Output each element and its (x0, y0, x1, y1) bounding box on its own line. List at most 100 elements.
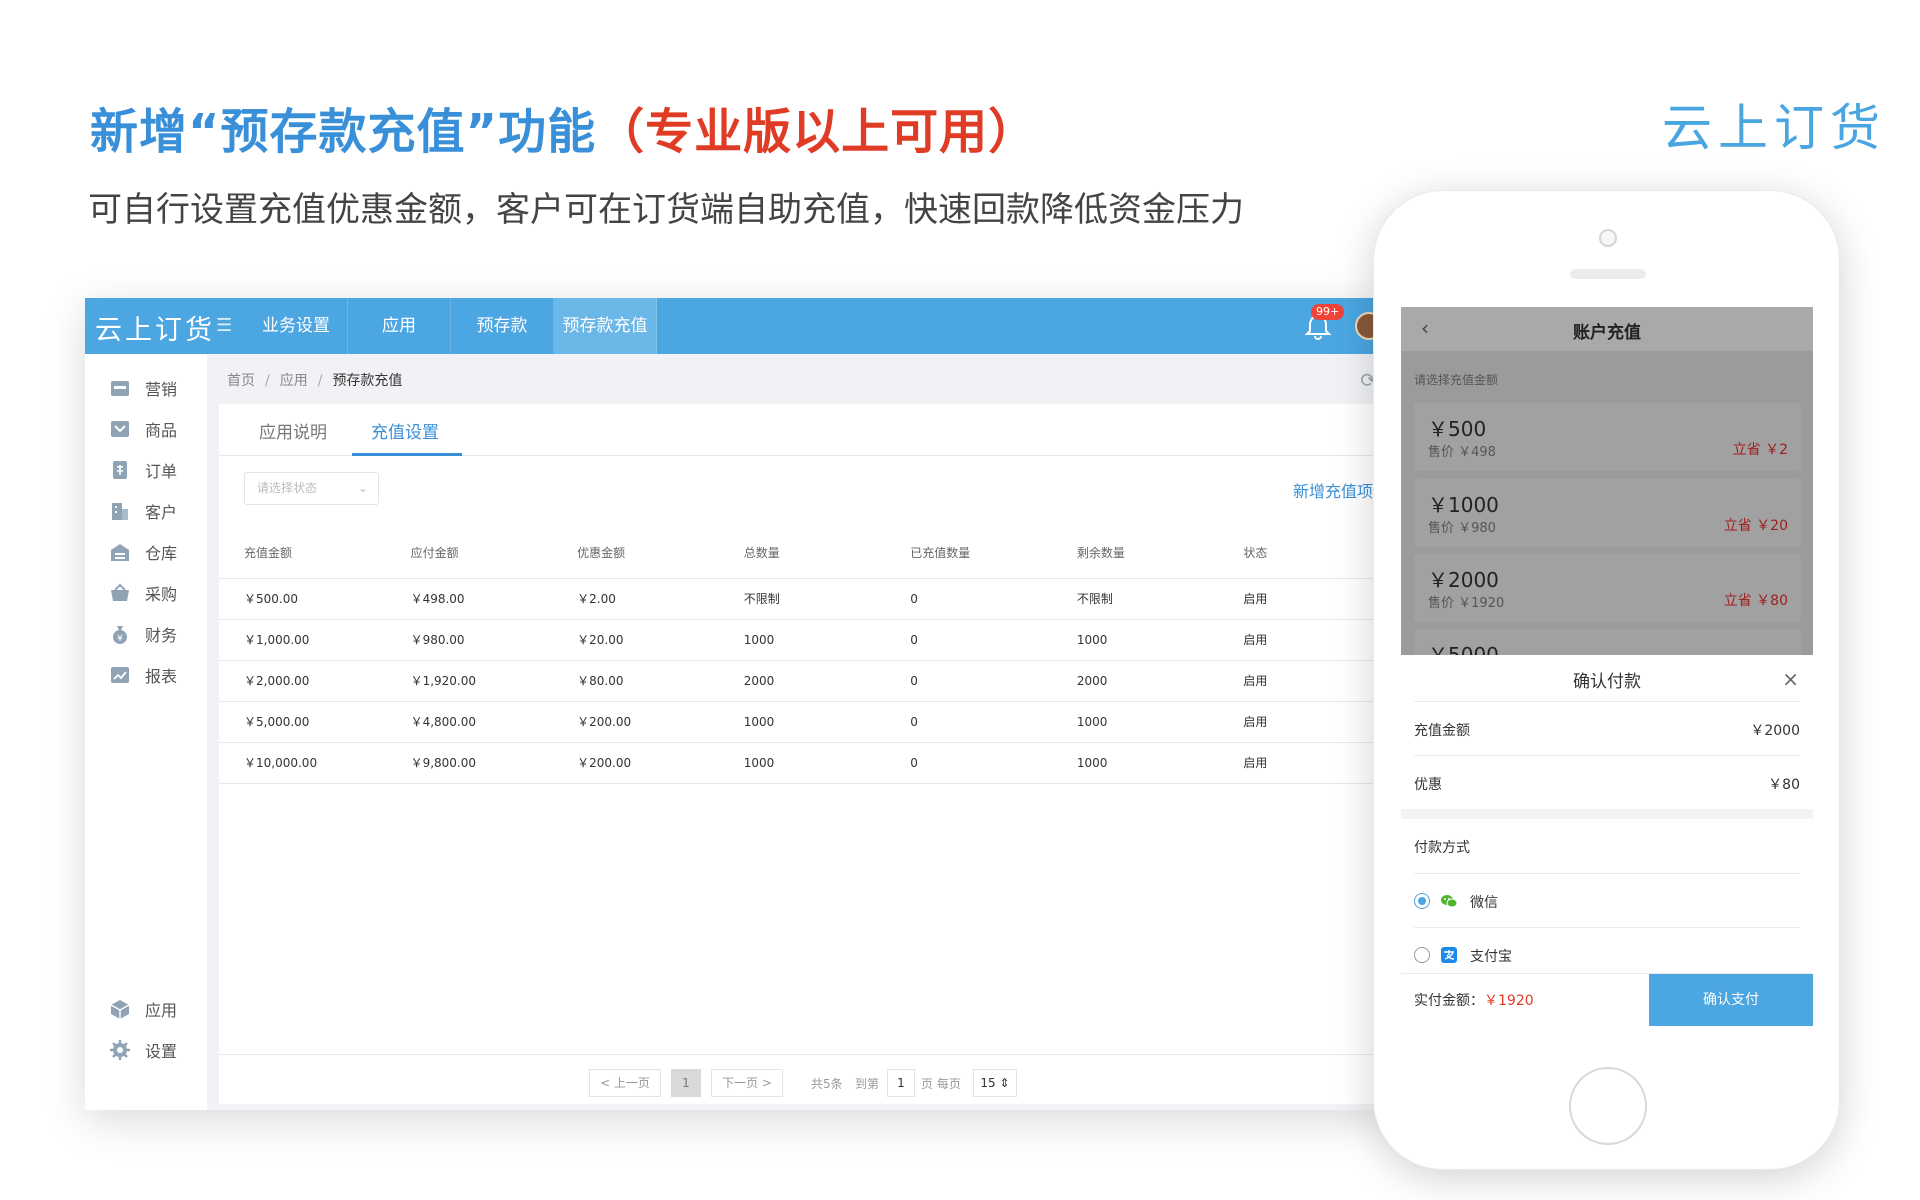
sidebar-item-finance[interactable]: ¥ 财务 (109, 622, 177, 646)
wechat-radio[interactable] (1414, 893, 1430, 909)
table-cell: 0 (885, 578, 1052, 620)
recharge-option-card[interactable]: ￥2000 售价 ￥1920 立省 ￥80 (1414, 554, 1801, 622)
sidebar-item-goods[interactable]: 商品 (109, 417, 177, 441)
sidebar-item-label: 仓库 (145, 544, 178, 563)
breadcrumb-bar: 首页 / 应用 / 预存款充值 ⟳ (207, 354, 1385, 404)
tab-app-description[interactable]: 应用说明 (259, 418, 327, 443)
sidebar-item-purchasing[interactable]: 采购 (109, 581, 177, 605)
sidebar-item-label: 订单 (145, 462, 178, 481)
prev-page-button[interactable]: < 上一页 (589, 1069, 661, 1097)
phone-camera (1599, 229, 1617, 247)
table-cell: ￥9,800.00 (385, 742, 553, 784)
table-row[interactable]: ￥500.00 ￥498.00 ￥2.00 不限制 0 不限制 启用 (219, 578, 1385, 620)
sidebar-item-apps[interactable]: 应用 (109, 997, 177, 1021)
recharge-amount-value: ￥2000 (1750, 723, 1800, 739)
nav-item-apps[interactable]: 应用 (348, 298, 451, 354)
table-row[interactable]: ￥10,000.00 ￥9,800.00 ￥200.00 1000 0 1000… (219, 742, 1385, 784)
table-cell: 1000 (1051, 619, 1219, 661)
sidebar: 营销 商品 订单 客户 仓库 采购 ¥ 财务 报表 应用 设置 (85, 354, 207, 1110)
table-cell: 2000 (718, 660, 886, 702)
top-nav-bar: 云上订货 ☰ 业务设置 应用 预存款 预存款充值 99+ (85, 298, 1385, 354)
alipay-label: 支付宝 (1470, 949, 1512, 965)
next-page-button[interactable]: 下一页 > (711, 1069, 783, 1097)
goods-icon (109, 418, 131, 440)
discount-row: 优惠 ￥80 (1414, 755, 1800, 809)
discount-value: ￥80 (1768, 777, 1800, 793)
table-cell: ￥980.00 (385, 619, 553, 661)
option-savings: 立省 ￥2 (1732, 442, 1788, 458)
per-page-value: 15 (980, 1076, 996, 1090)
sheet-title: 确认付款 (1573, 672, 1641, 692)
table-cell: 2000 (1051, 660, 1219, 702)
sidebar-item-customers[interactable]: 客户 (109, 499, 177, 523)
menu-toggle-icon[interactable]: ☰ (216, 316, 236, 336)
breadcrumb-apps[interactable]: 应用 (280, 373, 308, 389)
status-select[interactable]: 请选择状态 ⌄ (244, 472, 379, 505)
recharge-option-card[interactable]: ￥1000 售价 ￥980 立省 ￥20 (1414, 479, 1801, 547)
per-page-select[interactable]: 15 ⇕ (973, 1069, 1017, 1097)
table-cell: ￥20.00 (552, 619, 719, 661)
warehouse-icon (109, 541, 131, 563)
amount-due-label: 实付金额： (1414, 993, 1484, 1009)
sidebar-item-settings[interactable]: 设置 (109, 1038, 177, 1062)
current-page[interactable]: 1 (671, 1069, 701, 1097)
add-recharge-item-link[interactable]: 新增充值项 (1293, 478, 1373, 502)
sidebar-item-marketing[interactable]: 营销 (109, 376, 177, 400)
box-icon (109, 998, 131, 1020)
app-logo[interactable]: 云上订货 (95, 308, 215, 347)
column-header: 剩余数量 (1051, 528, 1219, 579)
table-row[interactable]: ￥1,000.00 ￥980.00 ￥20.00 1000 0 1000 启用 (219, 619, 1385, 661)
column-header: 已充值数量 (885, 528, 1052, 579)
table-cell: 0 (885, 660, 1052, 702)
total-count: 共5条 (811, 1077, 843, 1091)
money-bag-icon: ¥ (109, 623, 131, 645)
sidebar-item-orders[interactable]: 订单 (109, 458, 177, 482)
option-sale-price: 售价 ￥498 (1428, 445, 1496, 460)
confirm-pay-button[interactable]: 确认支付 (1649, 974, 1813, 1026)
notification-badge: 99+ (1311, 304, 1345, 320)
sidebar-item-label: 营销 (145, 380, 178, 399)
top-nav: 业务设置 应用 预存款 预存款充值 (245, 298, 657, 354)
table-cell: 1000 (718, 619, 886, 661)
alipay-radio[interactable] (1414, 947, 1430, 963)
table-cell: ￥4,800.00 (385, 701, 553, 743)
payment-bar: 实付金额：￥1920 确认支付 (1401, 973, 1813, 1026)
gear-icon (109, 1039, 131, 1061)
sidebar-item-warehouse[interactable]: 仓库 (109, 540, 177, 564)
column-header: 总数量 (718, 528, 886, 579)
option-sale-price: 售价 ￥1920 (1428, 596, 1505, 611)
table-cell: 0 (885, 742, 1052, 784)
nav-item-business-settings[interactable]: 业务设置 (245, 298, 348, 354)
option-amount: ￥2000 (1428, 568, 1499, 592)
pay-option-wechat[interactable]: 微信 (1414, 873, 1800, 927)
sidebar-item-label: 采购 (145, 585, 178, 604)
table-cell: 启用 (1218, 619, 1385, 661)
option-amount: ￥1000 (1428, 493, 1499, 517)
nav-item-deposit[interactable]: 预存款 (451, 298, 554, 354)
sidebar-item-reports[interactable]: 报表 (109, 663, 177, 687)
active-tab-indicator (352, 453, 462, 456)
pagination: < 上一页 1 下一页 > 共5条 到第 1 页 每页 15 ⇕ (219, 1054, 1385, 1104)
phone-speaker (1570, 269, 1646, 279)
breadcrumb-current: 预存款充值 (332, 373, 403, 389)
headline-main: 新增“预存款充值”功能 (90, 104, 597, 160)
recharge-amount-row: 充值金额 ￥2000 (1414, 701, 1800, 755)
breadcrumb-home[interactable]: 首页 (227, 373, 255, 389)
main-panel: 应用说明 充值设置 请选择状态 ⌄ 新增充值项 充值金额 应付金额 优惠金额 总… (219, 404, 1385, 1104)
nav-item-deposit-recharge[interactable]: 预存款充值 (554, 298, 657, 354)
goto-page-input[interactable]: 1 (887, 1069, 915, 1097)
table-cell: ￥200.00 (552, 742, 719, 784)
table-cell: 启用 (1218, 660, 1385, 702)
wechat-label: 微信 (1470, 895, 1498, 911)
sidebar-item-label: 报表 (145, 667, 178, 686)
close-icon[interactable]: × (1782, 667, 1799, 691)
tab-recharge-settings[interactable]: 充值设置 (371, 418, 439, 443)
column-header: 应付金额 (385, 528, 553, 579)
recharge-option-card[interactable]: ￥500 售价 ￥498 立省 ￥2 (1414, 403, 1801, 471)
chevron-down-icon: ⌄ (357, 481, 368, 495)
amount-due: 实付金额：￥1920 (1414, 990, 1534, 1010)
table-cell: ￥80.00 (552, 660, 719, 702)
table-row[interactable]: ￥2,000.00 ￥1,920.00 ￥80.00 2000 0 2000 启… (219, 660, 1385, 702)
status-select-placeholder: 请选择状态 (257, 481, 318, 495)
table-row[interactable]: ￥5,000.00 ￥4,800.00 ￥200.00 1000 0 1000 … (219, 701, 1385, 743)
